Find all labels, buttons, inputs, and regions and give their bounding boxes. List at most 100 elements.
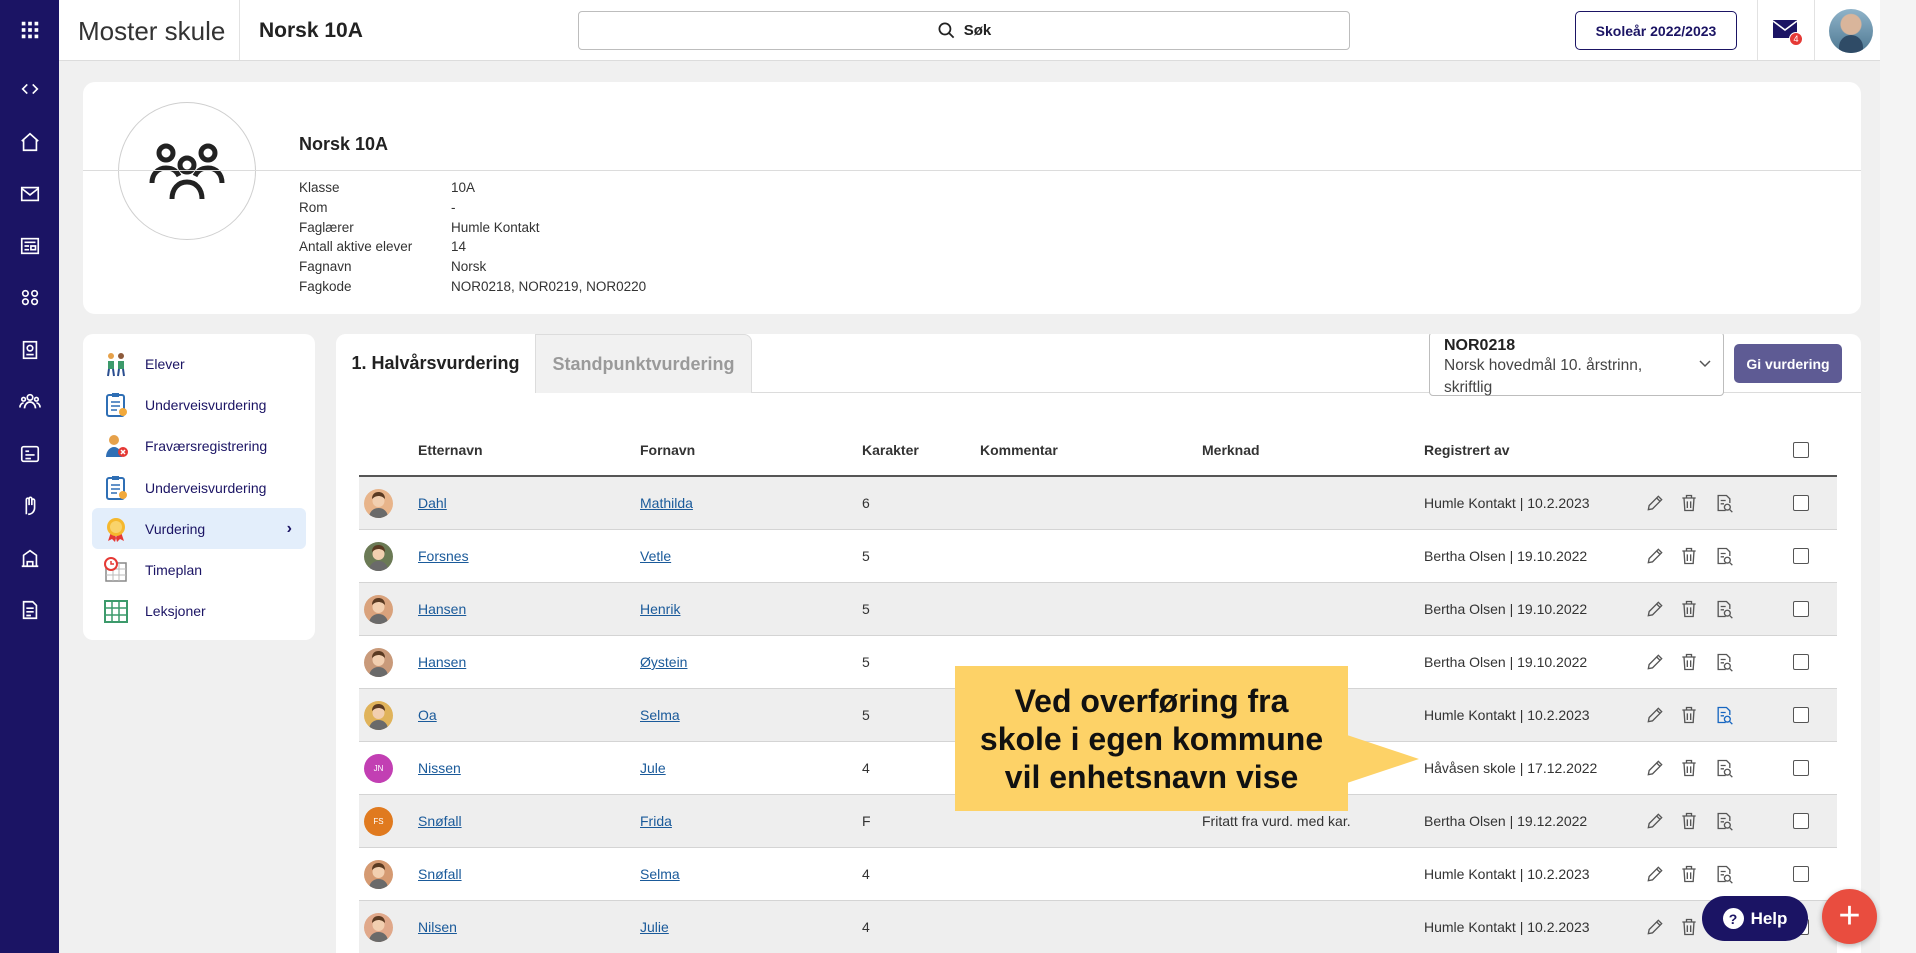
fornavn-link[interactable]: Henrik	[640, 601, 680, 617]
etternavn-link[interactable]: Snøfall	[418, 813, 462, 829]
etternavn-link[interactable]: Dahl	[418, 495, 447, 511]
etternavn-link[interactable]: Forsnes	[418, 548, 469, 564]
side-item-timeplan[interactable]: Timeplan	[92, 549, 306, 590]
col-merknad[interactable]: Merknad	[1202, 442, 1260, 458]
trash-icon[interactable]	[1679, 546, 1699, 566]
trash-icon[interactable]	[1679, 599, 1699, 619]
etternavn-link[interactable]: Snøfall	[418, 866, 462, 882]
view-history-icon[interactable]	[1714, 864, 1734, 884]
clipboard-icon	[101, 390, 131, 420]
info-value: Norsk	[451, 259, 487, 275]
col-karakter[interactable]: Karakter	[862, 442, 919, 458]
side-item-underveisvurdering[interactable]: Underveisvurdering	[92, 384, 306, 425]
give-assessment-button[interactable]: Gi vurdering	[1734, 344, 1842, 383]
tab-halvarsvurdering[interactable]: 1. Halvårsvurdering	[336, 334, 535, 393]
student-avatar	[364, 701, 393, 730]
fornavn-link[interactable]: Mathilda	[640, 495, 693, 511]
edit-icon[interactable]	[1645, 811, 1665, 831]
col-registrert[interactable]: Registrert av	[1424, 442, 1510, 458]
row-checkbox[interactable]	[1793, 707, 1809, 723]
row-checkbox[interactable]	[1793, 866, 1809, 882]
registrert-value: Bertha Olsen | 19.12.2022	[1424, 813, 1588, 829]
fornavn-link[interactable]: Selma	[640, 866, 680, 882]
col-kommentar[interactable]: Kommentar	[980, 442, 1058, 458]
fornavn-link[interactable]: Julie	[640, 919, 669, 935]
assessment-panel: 1. Halvårsvurdering Standpunktvurdering …	[336, 334, 1861, 953]
scrollbar-track[interactable]	[1880, 0, 1916, 953]
row-checkbox[interactable]	[1793, 495, 1809, 511]
edit-icon[interactable]	[1645, 652, 1665, 672]
trash-icon[interactable]	[1679, 652, 1699, 672]
hand-raise-icon[interactable]	[0, 488, 59, 524]
trash-icon[interactable]	[1679, 811, 1699, 831]
search-bar[interactable]: Søk	[578, 11, 1350, 50]
news-icon[interactable]	[0, 228, 59, 264]
info-key: Klasse	[299, 180, 340, 196]
trash-icon[interactable]	[1679, 917, 1699, 937]
mail-button[interactable]: 4	[1772, 18, 1803, 46]
row-checkbox[interactable]	[1793, 813, 1809, 829]
expand-collapse-icon[interactable]	[0, 71, 59, 107]
row-checkbox[interactable]	[1793, 654, 1809, 670]
view-history-icon[interactable]	[1714, 811, 1734, 831]
edit-icon[interactable]	[1645, 546, 1665, 566]
side-item-leksjoner[interactable]: Leksjoner	[92, 591, 306, 632]
document-icon[interactable]	[0, 592, 59, 628]
edit-icon[interactable]	[1645, 493, 1665, 513]
home-icon[interactable]	[0, 124, 59, 160]
edit-icon[interactable]	[1645, 705, 1665, 725]
fornavn-link[interactable]: Selma	[640, 707, 680, 723]
side-item-elever[interactable]: Elever	[92, 343, 306, 384]
people-icon[interactable]	[0, 384, 59, 420]
edit-icon[interactable]	[1645, 758, 1665, 778]
school-year-button[interactable]: Skoleår 2022/2023	[1575, 11, 1737, 50]
col-fornavn[interactable]: Fornavn	[640, 442, 695, 458]
trash-icon[interactable]	[1679, 493, 1699, 513]
edit-icon[interactable]	[1645, 864, 1665, 884]
side-item-underveisvurdering-2[interactable]: Underveisvurdering	[92, 467, 306, 508]
row-checkbox[interactable]	[1793, 548, 1809, 564]
col-etternavn[interactable]: Etternavn	[418, 442, 483, 458]
view-history-icon[interactable]	[1714, 546, 1734, 566]
info-value: 14	[451, 239, 467, 255]
info-value: 10A	[451, 180, 476, 196]
etternavn-link[interactable]: Nissen	[418, 760, 461, 776]
view-history-icon[interactable]	[1714, 758, 1734, 778]
trash-icon[interactable]	[1679, 864, 1699, 884]
course-select[interactable]: NOR0218 Norsk hovedmål 10. årstrinn, skr…	[1429, 334, 1724, 396]
etternavn-link[interactable]: Nilsen	[418, 919, 457, 935]
info-row-fagnavn: Fagnavn Norsk	[299, 257, 646, 277]
mail-icon[interactable]	[0, 176, 59, 212]
user-avatar[interactable]	[1829, 9, 1873, 53]
view-history-icon[interactable]	[1714, 599, 1734, 619]
tab-standpunktvurdering[interactable]: Standpunktvurdering	[535, 334, 752, 393]
trash-icon[interactable]	[1679, 705, 1699, 725]
row-checkbox[interactable]	[1793, 760, 1809, 776]
side-item-fravaersregistrering[interactable]: Fraværsregistrering	[92, 426, 306, 467]
medal-icon	[101, 514, 131, 544]
apps-grid-icon[interactable]	[0, 12, 59, 48]
info-callout: Ved overføring fra skole i egen kommune …	[955, 666, 1348, 811]
add-button[interactable]: +	[1822, 889, 1877, 944]
badge-icon[interactable]	[0, 332, 59, 368]
row-checkbox[interactable]	[1793, 601, 1809, 617]
etternavn-link[interactable]: Hansen	[418, 601, 466, 617]
trash-icon[interactable]	[1679, 758, 1699, 778]
fornavn-link[interactable]: Vetle	[640, 548, 671, 564]
edit-icon[interactable]	[1645, 599, 1665, 619]
edit-icon[interactable]	[1645, 917, 1665, 937]
fornavn-link[interactable]: Frida	[640, 813, 672, 829]
fornavn-link[interactable]: Øystein	[640, 654, 687, 670]
select-all-checkbox[interactable]	[1793, 442, 1809, 458]
view-history-icon[interactable]	[1714, 705, 1734, 725]
building-icon[interactable]	[0, 540, 59, 576]
side-item-vurdering[interactable]: Vurdering ›	[92, 508, 306, 550]
groups-icon[interactable]	[0, 280, 59, 316]
view-history-icon[interactable]	[1714, 493, 1734, 513]
report-icon[interactable]	[0, 436, 59, 472]
etternavn-link[interactable]: Hansen	[418, 654, 466, 670]
view-history-icon[interactable]	[1714, 652, 1734, 672]
etternavn-link[interactable]: Oa	[418, 707, 437, 723]
help-button[interactable]: ? Help	[1702, 896, 1808, 941]
fornavn-link[interactable]: Jule	[640, 760, 666, 776]
